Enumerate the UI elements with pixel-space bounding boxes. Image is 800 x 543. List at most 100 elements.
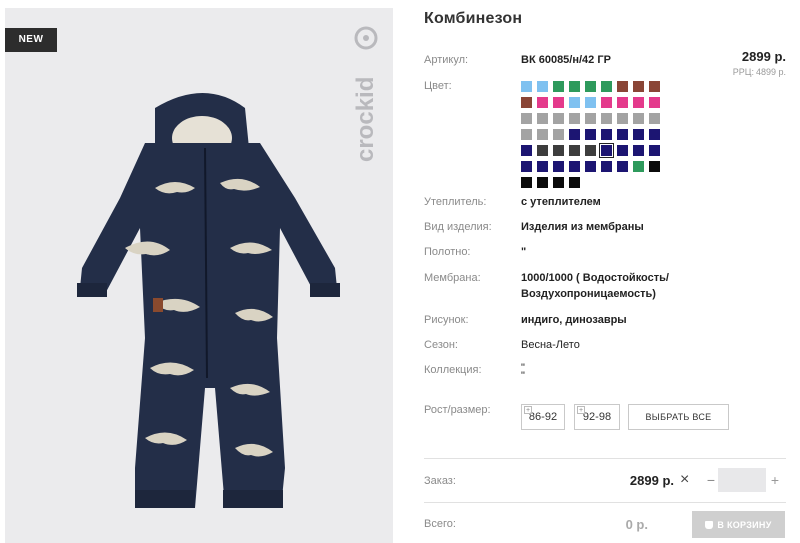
order-total: 2899 р. [629, 473, 674, 488]
color-swatch[interactable] [585, 113, 596, 124]
color-swatch[interactable] [633, 113, 644, 124]
color-swatch[interactable] [537, 97, 548, 108]
size-tag-icon: + [524, 406, 532, 414]
quantity-input[interactable] [718, 468, 766, 492]
color-swatch[interactable] [649, 145, 660, 156]
rrp: РРЦ: 4899 р. [731, 67, 786, 77]
color-swatch[interactable] [537, 129, 548, 140]
attr-label-type: Вид изделия: [424, 221, 492, 233]
color-swatch[interactable] [521, 145, 532, 156]
svg-text:crockid: crockid [353, 77, 379, 162]
color-swatch[interactable] [569, 113, 580, 124]
color-swatch[interactable] [521, 81, 532, 92]
color-swatch[interactable] [633, 129, 644, 140]
product-photo[interactable]: NEW crockid [5, 8, 393, 543]
color-swatch[interactable] [537, 161, 548, 172]
color-swatch[interactable] [553, 97, 564, 108]
size-label: Рост/размер: [424, 404, 491, 416]
color-swatch[interactable] [601, 81, 612, 92]
select-all-button[interactable]: ВЫБРАТЬ ВСЕ [628, 404, 729, 430]
color-swatch[interactable] [521, 161, 532, 172]
color-swatch[interactable] [569, 81, 580, 92]
cart-icon [705, 520, 714, 529]
attr-label-insulation: Утеплитель: [424, 196, 487, 208]
product-info: Комбинезон Артикул: ВК 60085/н/42 ГР 289… [424, 0, 794, 543]
color-swatch[interactable] [633, 81, 644, 92]
color-swatch[interactable] [569, 177, 580, 188]
attr-value-membrane: 1000/1000 ( Водостойкость/ [521, 272, 669, 284]
color-swatch[interactable] [569, 129, 580, 140]
color-swatch[interactable] [569, 161, 580, 172]
color-swatch[interactable] [633, 145, 644, 156]
attr-value-season: Весна-Лето [521, 339, 580, 351]
color-swatch[interactable] [633, 161, 644, 172]
color-swatch[interactable] [537, 81, 548, 92]
color-swatch[interactable] [521, 113, 532, 124]
color-swatch[interactable] [633, 97, 644, 108]
color-swatch[interactable] [553, 81, 564, 92]
color-swatch[interactable] [585, 81, 596, 92]
attr-label-membrane: Мембрана: [424, 272, 481, 284]
divider [424, 458, 786, 459]
color-swatch[interactable] [601, 113, 612, 124]
color-swatch[interactable] [601, 129, 612, 140]
attr-value-fabric: " [521, 246, 527, 258]
color-swatch[interactable] [537, 113, 548, 124]
color-swatch[interactable] [617, 113, 628, 124]
color-swatch[interactable] [585, 161, 596, 172]
color-swatch[interactable] [537, 177, 548, 188]
attr-value-type: Изделия из мембраны [521, 221, 644, 233]
color-swatch[interactable] [553, 129, 564, 140]
article-value: ВК 60085/н/42 ГР [521, 54, 611, 66]
color-label: Цвет: [424, 80, 452, 92]
summary-label: Всего: [424, 518, 456, 530]
rrp-value: 4899 р. [755, 67, 786, 77]
summary-sum: 0 р. [625, 517, 648, 532]
attr-label-season: Сезон: [424, 339, 458, 351]
color-swatch[interactable] [617, 81, 628, 92]
attr-label-collection: Коллекция: [424, 364, 482, 376]
color-swatch[interactable] [553, 177, 564, 188]
color-swatch[interactable] [521, 97, 532, 108]
color-swatch[interactable] [585, 97, 596, 108]
divider [424, 502, 786, 503]
brand-logo: crockid [353, 26, 379, 162]
increase-qty-button[interactable]: + [769, 472, 781, 488]
color-swatch[interactable] [553, 145, 564, 156]
size-button-86-92[interactable]: + 86-92 [521, 404, 565, 430]
color-swatch[interactable] [521, 177, 532, 188]
color-swatch[interactable] [617, 145, 628, 156]
color-swatch[interactable] [617, 129, 628, 140]
color-swatch[interactable] [569, 145, 580, 156]
decrease-qty-button[interactable]: − [704, 472, 718, 488]
color-swatch[interactable] [521, 129, 532, 140]
color-swatch[interactable] [649, 113, 660, 124]
attr-value-insulation: с утеплителем [521, 196, 601, 208]
color-swatch[interactable] [553, 161, 564, 172]
color-swatch[interactable] [585, 145, 596, 156]
color-swatch[interactable] [599, 143, 614, 158]
color-swatch[interactable] [553, 113, 564, 124]
remove-order-icon[interactable]: × [680, 471, 689, 489]
price: 2899 р. [741, 49, 786, 64]
color-swatch[interactable] [601, 97, 612, 108]
color-swatch[interactable] [649, 81, 660, 92]
color-swatch[interactable] [649, 97, 660, 108]
color-swatch[interactable] [569, 97, 580, 108]
color-swatch[interactable] [617, 97, 628, 108]
attr-label-fabric: Полотно: [424, 246, 471, 258]
color-swatch[interactable] [537, 145, 548, 156]
rrp-label: РРЦ: [732, 67, 754, 77]
color-swatch[interactable] [649, 129, 660, 140]
product-title: Комбинезон [424, 10, 523, 27]
add-to-cart-label: В КОРЗИНУ [717, 519, 772, 530]
color-swatch[interactable] [585, 129, 596, 140]
size-button-92-98[interactable]: + 92-98 [574, 404, 620, 430]
color-swatch[interactable] [601, 161, 612, 172]
add-to-cart-button[interactable]: В КОРЗИНУ [692, 511, 785, 538]
color-swatch[interactable] [649, 161, 660, 172]
color-swatch[interactable] [617, 161, 628, 172]
article-label: Артикул: [424, 54, 469, 66]
attr-value-collection-2: " [521, 370, 525, 382]
attr-value-membrane-2: Воздухопроницаемость) [521, 288, 656, 300]
